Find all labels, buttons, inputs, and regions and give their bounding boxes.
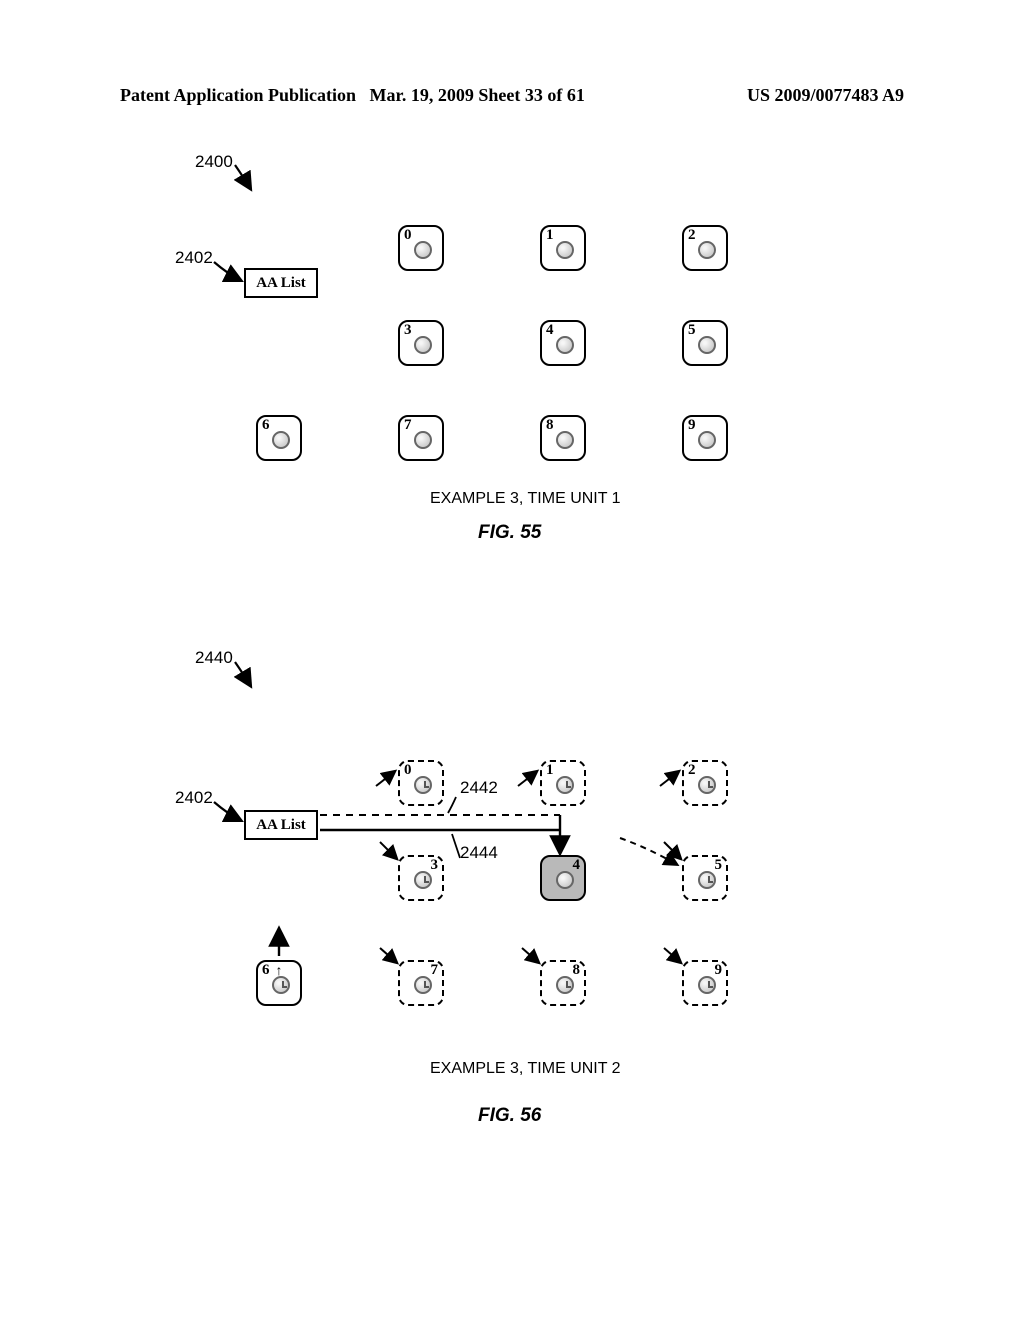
- aa-list-label: AA List: [256, 817, 306, 833]
- node-dot-icon: [272, 431, 290, 449]
- clock-icon: [414, 776, 432, 794]
- ref-2442: 2442: [460, 778, 498, 798]
- node-1-fig55: 1: [540, 225, 586, 271]
- header-right: US 2009/0077483 A9: [747, 85, 904, 106]
- ref-2400: 2400: [195, 152, 233, 172]
- node-dot-icon: [414, 241, 432, 259]
- node-dot-icon: [698, 241, 716, 259]
- header-left: Patent Application Publication Mar. 19, …: [120, 85, 585, 106]
- node-dot-icon: [556, 431, 574, 449]
- node-dot-icon: [556, 871, 574, 889]
- clock-icon: [698, 776, 716, 794]
- clock-icon: [414, 976, 432, 994]
- node-7-fig55: 7: [398, 415, 444, 461]
- node-dot-icon: [414, 336, 432, 354]
- aa-list-box-fig56: AA List: [244, 810, 318, 840]
- caption-fig55: EXAMPLE 3, TIME UNIT 1: [430, 490, 621, 508]
- node-dot-icon: [556, 241, 574, 259]
- fig-label-56: FIG. 56: [478, 1105, 541, 1127]
- node-3-fig55: 3: [398, 320, 444, 366]
- node-2-fig56: 2: [682, 760, 728, 806]
- node-9-fig56: 9: [682, 960, 728, 1006]
- node-dot-icon: [556, 336, 574, 354]
- node-dot-icon: [414, 431, 432, 449]
- arrow-up-icon: ↑: [276, 964, 283, 980]
- ref-2440: 2440: [195, 648, 233, 668]
- node-dot-icon: [698, 336, 716, 354]
- page-header: Patent Application Publication Mar. 19, …: [120, 85, 904, 106]
- node-7-fig56: 7: [398, 960, 444, 1006]
- clock-icon: [556, 976, 574, 994]
- node-8-fig55: 8: [540, 415, 586, 461]
- node-2-fig55: 2: [682, 225, 728, 271]
- node-8-fig56: 8: [540, 960, 586, 1006]
- node-9-fig55: 9: [682, 415, 728, 461]
- node-0-fig55: 0: [398, 225, 444, 271]
- node-0-fig56: 0: [398, 760, 444, 806]
- ref-2402-fig56: 2402: [175, 788, 213, 808]
- node-4-fig55: 4: [540, 320, 586, 366]
- node-3-fig56: 3: [398, 855, 444, 901]
- aa-list-label: AA List: [256, 275, 306, 291]
- patent-page: Patent Application Publication Mar. 19, …: [0, 0, 1024, 1320]
- clock-icon: [698, 871, 716, 889]
- node-dot-icon: [698, 431, 716, 449]
- caption-fig56: EXAMPLE 3, TIME UNIT 2: [430, 1060, 621, 1078]
- node-6-fig56: 6↑: [256, 960, 302, 1006]
- node-4-fig56: 4: [540, 855, 586, 901]
- clock-icon: [556, 776, 574, 794]
- node-1-fig56: 1: [540, 760, 586, 806]
- clock-icon: [414, 871, 432, 889]
- fig-label-55: FIG. 55: [478, 522, 541, 544]
- node-5-fig55: 5: [682, 320, 728, 366]
- ref-2444: 2444: [460, 843, 498, 863]
- node-5-fig56: 5: [682, 855, 728, 901]
- aa-list-box-fig55: AA List: [244, 268, 318, 298]
- node-6-fig55: 6: [256, 415, 302, 461]
- clock-icon: [698, 976, 716, 994]
- ref-2402-fig55: 2402: [175, 248, 213, 268]
